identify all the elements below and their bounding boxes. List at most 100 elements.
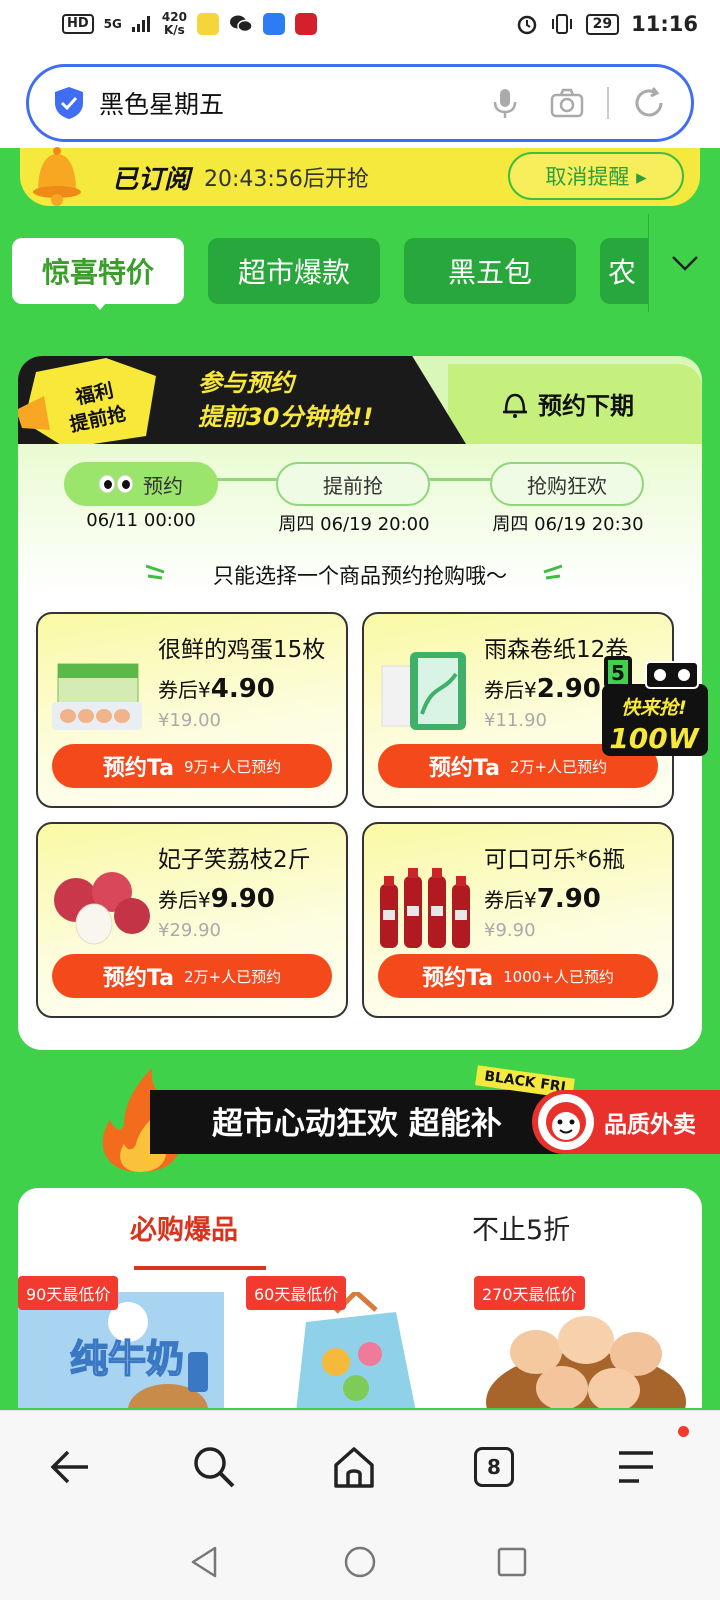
reserve-next-button[interactable]: 预约下期 [500, 386, 634, 421]
reserve-button[interactable]: 预约Ta 2万+人已预约 [52, 954, 332, 998]
product-price: 券后¥4.90 [158, 674, 275, 704]
headline-line1: 参与预约 [198, 369, 294, 397]
system-home-button[interactable] [340, 1542, 380, 1582]
tab-supermarket-hits[interactable]: 超市爆款 [208, 238, 380, 304]
network-type: 5G [103, 17, 122, 31]
bell-icon [33, 147, 81, 206]
eyes-icon [99, 475, 133, 493]
net-speed-unit: K/s [163, 23, 185, 37]
browser-bottom-nav: 8 [0, 1410, 720, 1520]
triangle-back-icon [191, 1546, 217, 1578]
shield-icon [55, 87, 83, 119]
circle-home-icon [344, 1546, 376, 1578]
status-bar: HD 5G 420 K/s 29 11:16 [0, 0, 720, 48]
signal-icon [131, 16, 150, 32]
tab-over-half-off[interactable]: 不止5折 [472, 1208, 570, 1247]
reserve-next-label: 预约下期 [538, 392, 634, 420]
promo-line2: 100W [609, 722, 699, 755]
step-early-grab-date: 周四 06/19 20:00 [278, 514, 430, 535]
category-tabs: 惊喜特价 超市爆款 黑五包 农 [12, 238, 720, 308]
search-input[interactable]: 黑色星期五 [99, 85, 461, 121]
home-button[interactable] [326, 1439, 382, 1495]
milk-label: 纯牛奶 [70, 1337, 184, 1381]
tab-black-friday-pack[interactable]: 黑五包 [404, 238, 576, 304]
arrow-left-icon [50, 1450, 88, 1484]
camera-icon[interactable] [549, 85, 585, 121]
browser-address-area: 黑色星期五 [0, 48, 720, 148]
square-recents-icon [497, 1547, 527, 1577]
original-price: ¥9.90 [484, 920, 536, 941]
hint-deco-right [543, 564, 563, 580]
price-prefix: 券后¥ [158, 888, 211, 912]
browser-app-icon [262, 13, 285, 35]
product-name: 很鲜的鸡蛋15枚 [158, 637, 326, 663]
notification-dot [678, 1426, 689, 1437]
product-card-cola[interactable]: 可口可乐*6瓶 券后¥7.90 ¥9.90 预约Ta 1000+人已预约 [362, 822, 674, 1018]
eggs-product-image [52, 663, 142, 730]
price-value: 2.90 [536, 674, 601, 704]
price-prefix: 券后¥ [484, 678, 537, 702]
step-carnival-date: 周四 06/19 20:30 [492, 514, 644, 535]
step-reserve-date: 06/11 00:00 [86, 510, 196, 531]
expand-tabs-button[interactable] [648, 214, 720, 312]
menu-button[interactable] [608, 1439, 664, 1495]
reservation-hint: 只能选择一个商品预约抢购哦～ [213, 564, 507, 588]
promo-line1: 快来抢! [621, 697, 687, 719]
tab-surprise-deals[interactable]: 惊喜特价 [12, 238, 184, 304]
product-card-lychee[interactable]: 妃子笑荔枝2斤 券后¥9.90 ¥29.90 预约Ta 2万+人已预约 [36, 822, 348, 1018]
step-reserve-label: 预约 [143, 473, 183, 498]
cancel-reminder-button[interactable]: 取消提醒 ▸ [508, 152, 684, 200]
refresh-icon[interactable] [631, 85, 667, 121]
product-name: 可口可乐*6瓶 [484, 847, 626, 873]
reserve-count: 2万+人已预约 [509, 757, 608, 776]
home-icon [334, 1447, 374, 1488]
quality-takeout-button[interactable]: 品质外卖 [532, 1090, 720, 1154]
step-carnival: 抢购狂欢 [490, 462, 644, 506]
search-icon [194, 1447, 235, 1488]
tab-count: 8 [474, 1447, 514, 1487]
reserve-count: 9万+人已预约 [183, 757, 282, 776]
status-left: HD 5G 420 K/s [62, 11, 317, 37]
battery-indicator: 29 [585, 13, 620, 35]
active-tab-pointer [88, 296, 112, 310]
product-price: 券后¥2.90 [484, 674, 601, 704]
price-prefix: 券后¥ [484, 888, 537, 912]
price-prefix: 券后¥ [158, 678, 211, 702]
tabs-button[interactable]: 8 [466, 1439, 522, 1495]
floating-promo-badge[interactable]: 5 快来抢! 100W [596, 652, 712, 760]
lowest-price-badge: 90天最低价 [18, 1276, 119, 1310]
reserve-button-label: 预约Ta [102, 756, 174, 781]
divider [607, 87, 609, 119]
net-speed: 420 K/s [162, 11, 187, 37]
reserve-button[interactable]: 预约Ta 1000+人已预约 [378, 954, 658, 998]
search-bar[interactable]: 黑色星期五 [26, 64, 694, 142]
reserve-button-label: 预约Ta [428, 756, 500, 781]
tab-must-buy[interactable]: 必购爆品 [130, 1208, 238, 1247]
chevron-down-icon [671, 256, 698, 271]
cola-product-image [380, 868, 470, 948]
microphone-icon[interactable] [487, 85, 523, 121]
tissue-product-image [381, 652, 466, 730]
step-reserve: 预约 [64, 462, 218, 506]
bell-outline-icon [503, 393, 527, 418]
search-button[interactable] [186, 1439, 242, 1495]
original-price: ¥29.90 [158, 920, 221, 941]
alarm-icon [517, 15, 536, 35]
reserve-button[interactable]: 预约Ta 9万+人已预约 [52, 744, 332, 788]
product-name: 妃子笑荔枝2斤 [158, 847, 311, 873]
price-value: 4.90 [210, 674, 275, 704]
subscribed-title: 已订阅 [112, 164, 191, 195]
lowest-price-badge: 60天最低价 [246, 1276, 347, 1310]
system-recents-button[interactable] [492, 1542, 532, 1582]
price-value: 7.90 [536, 884, 601, 914]
back-button[interactable] [42, 1439, 98, 1495]
reserve-button-label: 预约Ta [422, 966, 494, 991]
countdown-text: 20:43:56后开抢 [204, 167, 369, 192]
vibrate-icon [551, 14, 572, 34]
section2-card: 必购爆品 不止5折 纯牛奶 90天最低价 60天最低价 270天最低价 [18, 1188, 702, 1408]
reservation-headline: 参与预约 提前30分钟抢!! [198, 366, 373, 434]
product-card-eggs[interactable]: 很鲜的鸡蛋15枚 券后¥4.90 ¥19.00 预约Ta 9万+人已预约 [36, 612, 348, 808]
takeout-label: 品质外卖 [604, 1112, 696, 1138]
system-back-button[interactable] [184, 1542, 224, 1582]
menu-icon [619, 1451, 653, 1483]
